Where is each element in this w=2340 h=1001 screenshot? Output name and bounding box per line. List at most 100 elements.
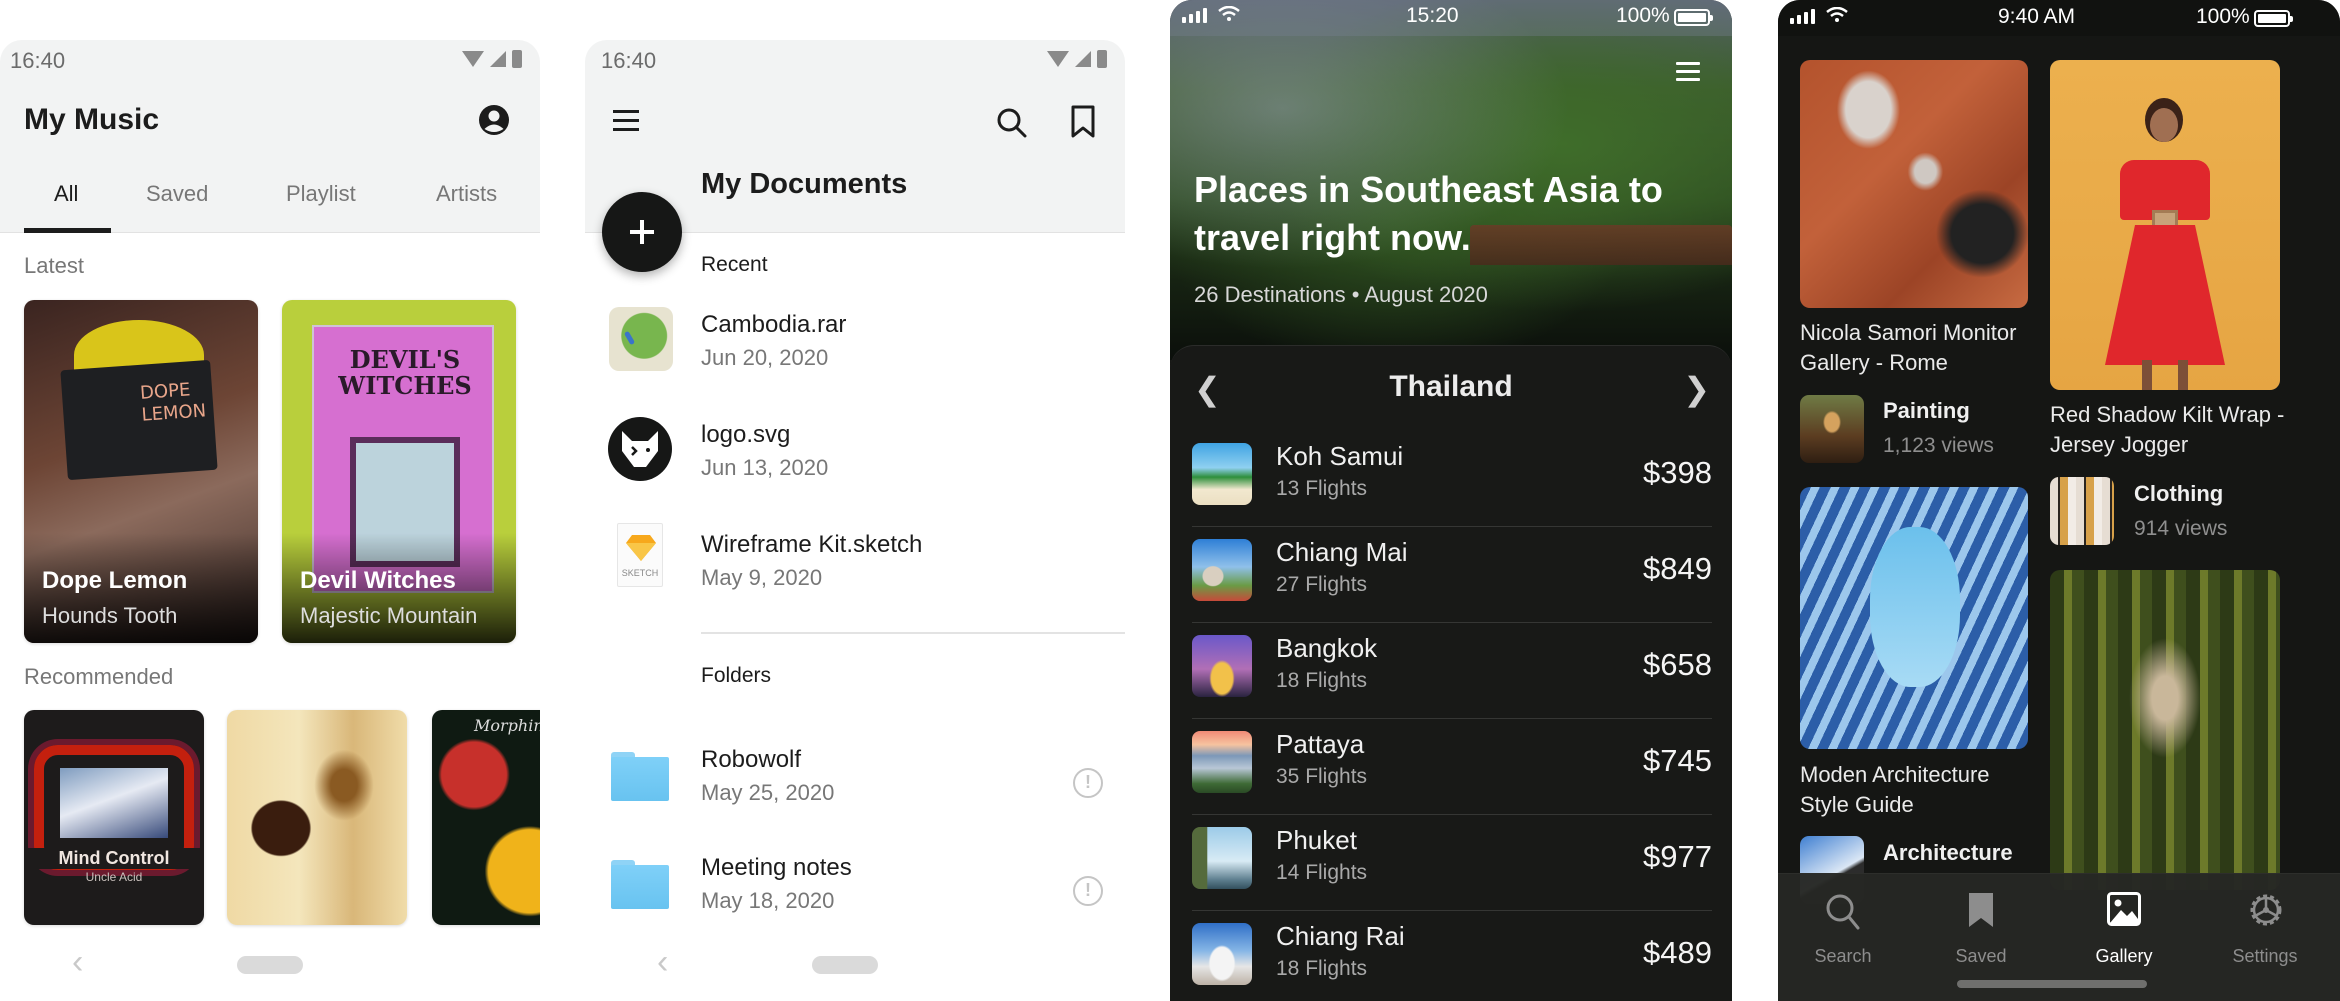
info-icon[interactable]: !	[1073, 876, 1103, 906]
album-card-dope-lemon[interactable]: DOPE LEMON Dope Lemon Hounds Tooth	[24, 300, 258, 643]
price: $977	[1643, 839, 1712, 874]
folder-item-robowolf[interactable]: Robowolf May 25, 2020 !	[585, 730, 1125, 830]
folder-item-meeting-notes[interactable]: Meeting notes May 18, 2020 !	[585, 838, 1125, 938]
category-thumbnail-painting	[1800, 395, 1864, 463]
hamburger-menu-icon[interactable]	[613, 110, 639, 131]
wifi-icon	[1826, 7, 1848, 22]
book-art: DOPE LEMON	[60, 359, 218, 481]
destination-thumbnail	[1192, 827, 1252, 889]
documents-app-screen: 16:40 My Documents Recent Cambodia.rar J…	[585, 40, 1125, 1001]
page-title: My Music	[24, 103, 160, 136]
next-country-button[interactable]: ❯	[1683, 370, 1710, 408]
list-item-cambodia[interactable]: Cambodia.rar Jun 20, 2020	[585, 295, 1125, 395]
album-artist: Majestic Mountain	[300, 603, 478, 628]
nav-home-pill[interactable]	[812, 956, 878, 974]
folder-icon	[611, 860, 671, 910]
category-name[interactable]: Architecture	[1883, 840, 2013, 866]
destination-thumbnail	[1192, 539, 1252, 601]
gallery-caption: Nicola Samori Monitor Gallery - Rome	[1800, 320, 2017, 375]
gallery-caption: Moden Architecture Style Guide	[1800, 762, 1990, 817]
sketch-file-icon: SKETCH	[617, 523, 663, 587]
gallery-image-forest[interactable]	[2050, 570, 2280, 890]
gallery-image-architecture[interactable]	[1800, 487, 2028, 749]
price: $658	[1643, 647, 1712, 682]
recent-section-label: Recent	[701, 253, 768, 276]
nav-back-icon[interactable]: ‹	[657, 943, 668, 982]
category-name[interactable]: Clothing	[2134, 481, 2223, 507]
mountain-art	[60, 768, 168, 838]
album-card-mind-control[interactable]: Mind Control Uncle Acid	[24, 710, 204, 925]
gallery-caption: Red Shadow Kilt Wrap - Jersey Jogger	[2050, 402, 2285, 457]
image-icon	[2107, 892, 2141, 926]
cellular-signal-icon	[490, 51, 506, 67]
bookmark-icon[interactable]	[1069, 104, 1097, 140]
status-time: 15:20	[1406, 4, 1459, 27]
cellular-signal-icon	[1075, 51, 1091, 67]
gear-icon	[2250, 894, 2282, 926]
destination-thumbnail	[1192, 923, 1252, 985]
home-indicator[interactable]	[1957, 980, 2147, 988]
category-thumbnail-clothing	[2050, 477, 2114, 545]
list-item-logo[interactable]: logo.svg Jun 13, 2020	[585, 405, 1125, 505]
tab-saved[interactable]: Saved	[146, 181, 208, 207]
price: $398	[1643, 455, 1712, 490]
latest-section-label: Latest	[24, 253, 84, 278]
nav-home-pill[interactable]	[237, 956, 303, 974]
status-time: 9:40 AM	[1998, 5, 2076, 28]
album-title: Dope Lemon	[42, 567, 188, 594]
music-app-screen: 16:40 My Music All Saved Playlist Artist…	[0, 40, 540, 1001]
battery-icon	[2254, 10, 2293, 27]
nav-back-icon[interactable]: ‹	[72, 943, 83, 982]
battery-icon	[512, 50, 522, 68]
battery-percent: 100%	[1616, 4, 1670, 27]
album-card-downward-spiral[interactable]	[227, 710, 407, 925]
country-title: Thailand	[1389, 370, 1513, 403]
album-card-devil-witches[interactable]: DEVIL'S WITCHES Devil Witches Majestic M…	[282, 300, 516, 643]
travel-app-screen: 15:20 100% Places in Southeast Asia to t…	[1170, 0, 1732, 1001]
folders-section-label: Folders	[701, 664, 772, 687]
search-icon	[1826, 894, 1860, 930]
destination-row[interactable]: Koh Samui 13 Flights $398	[1192, 431, 1712, 527]
cellular-signal-icon	[1790, 9, 1815, 24]
battery-icon	[1674, 9, 1713, 26]
battery-percent: 100%	[2196, 5, 2250, 28]
info-icon[interactable]: !	[1073, 768, 1103, 798]
status-time: 16:40	[10, 48, 66, 73]
tab-all[interactable]: All	[54, 181, 78, 207]
gallery-image-marble-painting[interactable]	[1800, 60, 2028, 308]
hero-title: Places in Southeast Asia to travel right…	[1194, 169, 1663, 258]
tab-playlist[interactable]: Playlist	[286, 181, 356, 207]
category-name[interactable]: Painting	[1883, 398, 1970, 424]
destinations-card: ❮ Thailand ❯ Koh Samui 13 Flights $398 C…	[1170, 345, 1732, 1001]
price: $849	[1643, 551, 1712, 586]
album-card-morphine[interactable]: Morphine	[432, 710, 540, 925]
destination-row[interactable]: Pattaya 35 Flights $745	[1192, 719, 1712, 815]
destination-thumbnail	[1192, 635, 1252, 697]
status-icons	[462, 50, 522, 68]
price: $745	[1643, 743, 1712, 778]
destination-row[interactable]: Chiang Rai 18 Flights $489	[1192, 911, 1712, 1001]
destination-row[interactable]: Chiang Mai 27 Flights $849	[1192, 527, 1712, 623]
album-title: Devil Witches	[300, 567, 456, 594]
destination-row[interactable]: Phuket 14 Flights $977	[1192, 815, 1712, 911]
active-tab-indicator	[24, 228, 111, 233]
wifi-icon	[1218, 6, 1240, 21]
wolf-logo-icon	[608, 417, 672, 481]
gallery-image-red-dress[interactable]	[2050, 60, 2280, 390]
view-count: 1,123 views	[1883, 434, 1994, 457]
list-item-wireframe-kit[interactable]: SKETCH Wireframe Kit.sketch May 9, 2020	[585, 515, 1125, 615]
folder-icon	[611, 752, 671, 802]
status-icons	[1047, 50, 1107, 68]
destination-row[interactable]: Bangkok 18 Flights $658	[1192, 623, 1712, 719]
hamburger-menu-icon[interactable]	[1676, 62, 1700, 86]
search-icon[interactable]	[995, 106, 1029, 140]
account-circle-icon[interactable]	[478, 104, 510, 136]
wifi-icon	[1047, 51, 1069, 67]
bookmark-icon	[1969, 893, 1993, 927]
gallery-app-screen: 9:40 AM 100% Nicola Samori Monitor Galle…	[1778, 0, 2340, 1001]
album-artist: Hounds Tooth	[42, 603, 178, 628]
destination-thumbnail	[1192, 443, 1252, 505]
add-button[interactable]	[602, 192, 682, 272]
section-divider	[701, 632, 1125, 634]
tab-artists[interactable]: Artists	[436, 181, 497, 207]
